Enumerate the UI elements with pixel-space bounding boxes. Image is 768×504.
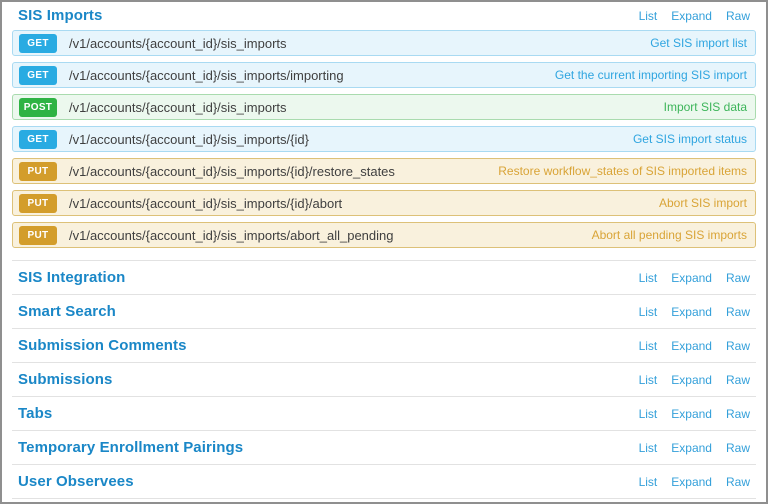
endpoint-description[interactable]: Get SIS import status [633, 132, 747, 146]
endpoint-description[interactable]: Get SIS import list [650, 36, 747, 50]
section-links: List Expand Raw [639, 339, 750, 353]
method-badge: PUT [19, 161, 57, 181]
section-title[interactable]: Temporary Enrollment Pairings [18, 439, 243, 456]
method-badge: POST [19, 97, 57, 117]
section-link-expand[interactable]: Expand [671, 373, 712, 387]
endpoint-row[interactable]: GET/v1/accounts/{account_id}/sis_imports… [12, 126, 756, 152]
section-links: List Expand Raw [639, 373, 750, 387]
api-docs-page: SIS Imports List Expand Raw GET/v1/accounts/… [0, 0, 768, 504]
section-link-raw[interactable]: Raw [726, 407, 750, 421]
method-badge: GET [19, 33, 57, 53]
endpoint-path[interactable]: /v1/accounts/{account_id}/sis_imports [69, 100, 287, 115]
section-link-list[interactable]: List [639, 475, 658, 489]
method-badge: PUT [19, 193, 57, 213]
section-link-expand[interactable]: Expand [671, 407, 712, 421]
api-section: User Observees List Expand Raw [12, 465, 756, 499]
section-links: List Expand Raw [639, 475, 750, 489]
section-header: Submissions List Expand Raw [12, 363, 756, 396]
section-title[interactable]: SIS Integration [18, 269, 125, 286]
section-link-raw[interactable]: Raw [726, 9, 750, 23]
section-link-raw[interactable]: Raw [726, 271, 750, 285]
method-badge: GET [19, 65, 57, 85]
endpoint-description[interactable]: Get the current importing SIS import [555, 68, 747, 82]
section-link-expand[interactable]: Expand [671, 305, 712, 319]
endpoint-row[interactable]: PUT/v1/accounts/{account_id}/sis_imports… [12, 222, 756, 248]
section-header: Submission Comments List Expand Raw [12, 329, 756, 362]
api-section: Temporary Enrollment Pairings List Expand R… [12, 431, 756, 465]
endpoint-path[interactable]: /v1/accounts/{account_id}/sis_imports [69, 36, 287, 51]
api-section: UsersListExpandRaw [12, 499, 756, 502]
endpoint-row[interactable]: GET/v1/accounts/{account_id}/sis_imports… [12, 30, 756, 56]
endpoint-row[interactable]: GET/v1/accounts/{account_id}/sis_imports… [12, 62, 756, 88]
endpoint-path[interactable]: /v1/accounts/{account_id}/sis_imports/im… [69, 68, 344, 83]
section-link-list[interactable]: List [639, 407, 658, 421]
endpoint-description[interactable]: Abort all pending SIS imports [592, 228, 747, 242]
section-title[interactable]: Tabs [18, 405, 52, 422]
section-link-raw[interactable]: Raw [726, 441, 750, 455]
endpoint-row[interactable]: PUT/v1/accounts/{account_id}/sis_imports… [12, 158, 756, 184]
section-links: List Expand Raw [639, 407, 750, 421]
section-header: UsersListExpandRaw [12, 499, 756, 502]
section-link-list[interactable]: List [639, 441, 658, 455]
section-link-list[interactable]: List [639, 305, 658, 319]
section-link-raw[interactable]: Raw [726, 475, 750, 489]
section-header: User Observees List Expand Raw [12, 465, 756, 498]
api-section: Submission Comments List Expand Raw [12, 329, 756, 363]
section-title[interactable]: SIS Imports [18, 7, 102, 24]
section-link-list[interactable]: List [639, 9, 658, 23]
method-badge: GET [19, 129, 57, 149]
endpoint-description[interactable]: Restore workflow_states of SIS imported … [498, 164, 747, 178]
section-link-raw[interactable]: Raw [726, 373, 750, 387]
section-link-expand[interactable]: Expand [671, 9, 712, 23]
section-link-raw[interactable]: Raw [726, 305, 750, 319]
section-links: List Expand Raw [639, 305, 750, 319]
section-header: SIS Integration List Expand Raw [12, 261, 756, 294]
section-links: List Expand Raw [639, 9, 750, 23]
endpoint-path[interactable]: /v1/accounts/{account_id}/sis_imports/ab… [69, 228, 394, 243]
section-link-expand[interactable]: Expand [671, 475, 712, 489]
section-link-list[interactable]: List [639, 339, 658, 353]
section-title[interactable]: Smart Search [18, 303, 116, 320]
api-section: Tabs List Expand Raw [12, 397, 756, 431]
section-link-list[interactable]: List [639, 271, 658, 285]
section-link-expand[interactable]: Expand [671, 441, 712, 455]
section-link-list[interactable]: List [639, 373, 658, 387]
section-link-expand[interactable]: Expand [671, 271, 712, 285]
endpoint-list: GET/v1/accounts/{account_id}/sis_imports… [12, 30, 756, 260]
section-header: Temporary Enrollment Pairings List Expand R… [12, 431, 756, 464]
section-header: Tabs List Expand Raw [12, 397, 756, 430]
section-links: List Expand Raw [639, 271, 750, 285]
section-title[interactable]: Submission Comments [18, 337, 187, 354]
api-section: SIS Integration List Expand Raw [12, 261, 756, 295]
section-links: List Expand Raw [639, 441, 750, 455]
endpoint-path[interactable]: /v1/accounts/{account_id}/sis_imports/{i… [69, 132, 309, 147]
section-header: SIS Imports List Expand Raw [12, 5, 756, 30]
section-link-expand[interactable]: Expand [671, 339, 712, 353]
section-title[interactable]: User Observees [18, 473, 134, 490]
api-section: SIS Imports List Expand Raw GET/v1/accounts/… [12, 5, 756, 261]
endpoint-path[interactable]: /v1/accounts/{account_id}/sis_imports/{i… [69, 164, 395, 179]
section-link-raw[interactable]: Raw [726, 339, 750, 353]
endpoint-row[interactable]: POST/v1/accounts/{account_id}/sis_import… [12, 94, 756, 120]
section-header: Smart Search List Expand Raw [12, 295, 756, 328]
endpoint-path[interactable]: /v1/accounts/{account_id}/sis_imports/{i… [69, 196, 342, 211]
section-title[interactable]: Submissions [18, 371, 112, 388]
method-badge: PUT [19, 225, 57, 245]
endpoint-row[interactable]: PUT/v1/accounts/{account_id}/sis_imports… [12, 190, 756, 216]
endpoint-description[interactable]: Import SIS data [664, 100, 747, 114]
api-section: Submissions List Expand Raw [12, 363, 756, 397]
endpoint-description[interactable]: Abort SIS import [659, 196, 747, 210]
api-section: Smart Search List Expand Raw [12, 295, 756, 329]
api-sections: SIS Imports List Expand Raw GET/v1/accounts/… [12, 5, 756, 502]
